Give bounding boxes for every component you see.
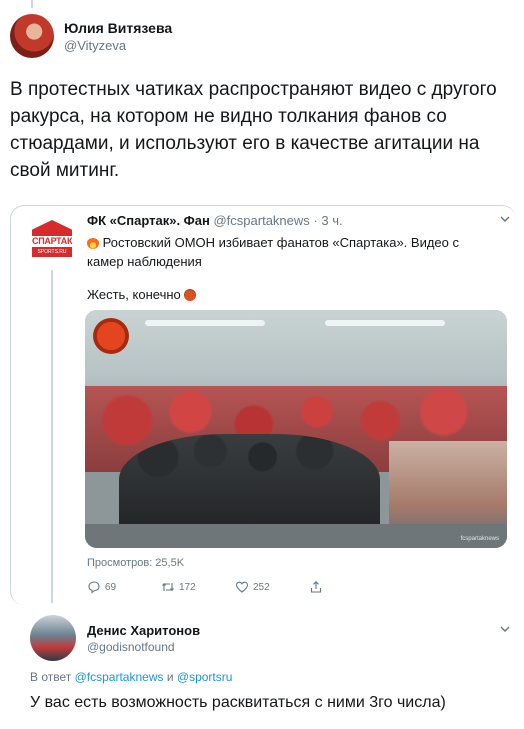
quoted-time[interactable]: · 3 ч. <box>313 213 342 228</box>
avatar[interactable] <box>30 615 76 661</box>
author-block: Юлия Витязева @Vityzeva <box>64 20 172 53</box>
chevron-down-icon[interactable] <box>500 624 510 634</box>
replying-to: В ответ @fcspartaknews и @sportsru <box>30 670 232 684</box>
quoted-tweet-header: ФК «Спартак». Фан @fcspartaknews · 3 ч. <box>87 213 343 228</box>
like-action[interactable]: 252 <box>235 580 309 594</box>
replying-and: и <box>166 670 174 684</box>
thread-line <box>51 268 53 603</box>
logo-sub: SPORTS.RU <box>32 247 72 257</box>
video-logo-icon <box>93 318 129 354</box>
quoted-tweet-text: Ростовский ОМОН избивает фанатов «Спарта… <box>87 233 487 271</box>
angry-face-emoji-icon <box>184 289 197 301</box>
quoted-text-body: Ростовский ОМОН избивает фанатов «Спарта… <box>87 235 459 269</box>
main-tweet-header: Юлия Витязева @Vityzeva <box>10 14 172 58</box>
logo-flag <box>32 220 72 236</box>
replying-to-link-2[interactable]: @sportsru <box>177 670 233 684</box>
chevron-down-icon[interactable] <box>500 214 510 224</box>
reply-action[interactable]: 69 <box>87 580 161 594</box>
view-count: Просмотров: 25,5K <box>87 557 185 569</box>
quoted-text-line2: Жесть, конечно <box>87 287 181 302</box>
reply-text: У вас есть возможность расквитаться с ни… <box>30 694 446 711</box>
thread-line <box>31 0 33 8</box>
reply-count: 69 <box>105 581 117 593</box>
share-icon <box>310 581 322 593</box>
quoted-author-name[interactable]: ФК «Спартак». Фан <box>87 213 210 228</box>
video-light <box>145 320 265 326</box>
author-handle[interactable]: @Vityzeva <box>64 38 172 53</box>
video-watermark: fcspartaknews <box>460 536 499 542</box>
spartak-logo-avatar[interactable]: СПАРТАК SPORTS.RU <box>26 218 78 270</box>
fire-emoji-icon <box>87 237 99 249</box>
share-action[interactable] <box>309 580 383 594</box>
video-light <box>325 320 445 326</box>
quoted-tweet-text-2: Жесть, конечно <box>87 287 197 302</box>
replying-to-link-1[interactable]: @fcspartaknews <box>75 670 164 684</box>
tweet-text: В протестных чатиках распространяют виде… <box>10 79 497 181</box>
retweet-icon <box>162 582 174 592</box>
like-count: 252 <box>253 581 270 593</box>
retweet-count: 172 <box>179 581 196 593</box>
spartak-logo: СПАРТАК SPORTS.RU <box>32 220 72 264</box>
like-icon <box>235 581 249 593</box>
retweet-action[interactable]: 172 <box>161 580 235 594</box>
video-player[interactable]: fcspartaknews <box>85 310 507 548</box>
logo-word: СПАРТАК <box>32 236 73 246</box>
reply-author-name[interactable]: Денис Харитонов <box>87 623 200 638</box>
reply-icon <box>88 581 100 594</box>
avatar[interactable] <box>10 14 54 58</box>
replying-prefix: В ответ <box>30 670 72 684</box>
video-floor <box>85 524 507 548</box>
quoted-author-handle[interactable]: @fcspartaknews <box>213 213 309 228</box>
author-name[interactable]: Юлия Витязева <box>64 20 172 36</box>
tweet-actions: 69 172 252 <box>87 580 387 594</box>
reply-author-handle[interactable]: @godisnotfound <box>87 640 175 654</box>
